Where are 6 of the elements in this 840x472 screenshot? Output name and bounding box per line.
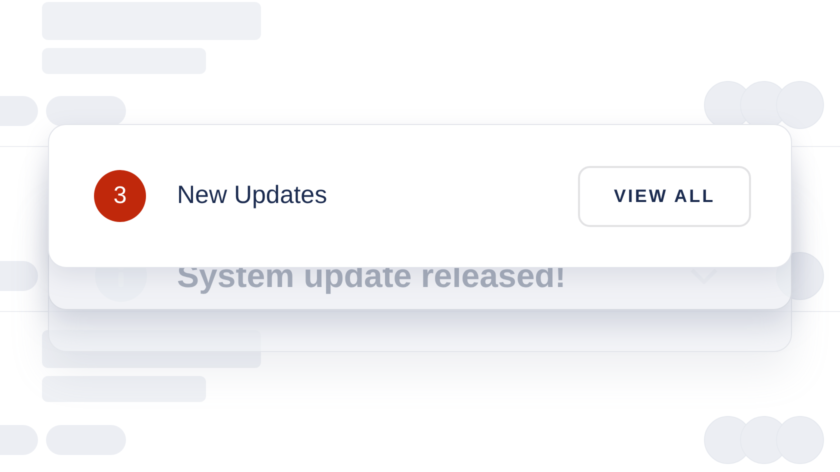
notification-heading: New Updates bbox=[177, 180, 328, 212]
count-badge: 3 bbox=[94, 170, 146, 222]
view-all-button[interactable]: VIEW ALL bbox=[578, 166, 751, 226]
placeholder-pill bbox=[0, 261, 38, 291]
avatar bbox=[776, 416, 824, 464]
avatar bbox=[776, 81, 824, 129]
